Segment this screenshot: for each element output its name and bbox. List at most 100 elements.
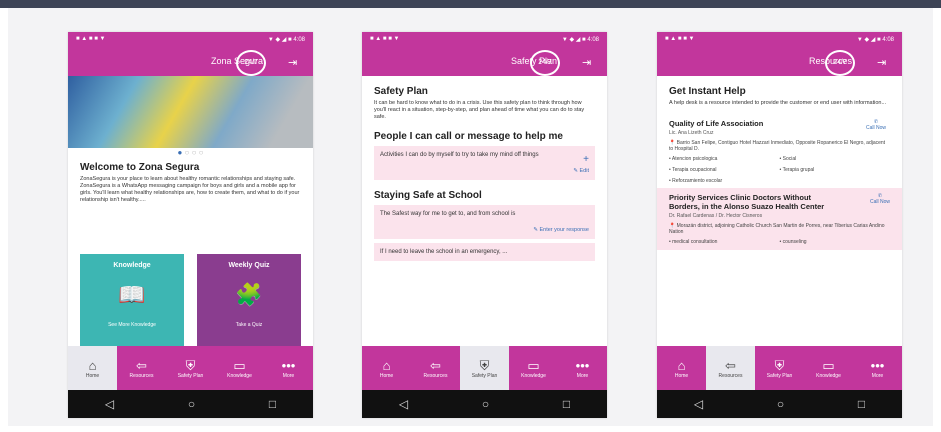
nav-label: Knowledge bbox=[227, 372, 252, 379]
resources-icon: ⇦ bbox=[430, 357, 441, 373]
activities-text: Activities I can do by myself to try to … bbox=[380, 152, 539, 158]
org-contact: Dr. Rafael Cardenas / Dr. Hector Cisnero… bbox=[669, 213, 763, 219]
nav-safety-plan[interactable]: ⛨ Safety Plan bbox=[755, 346, 804, 390]
safety-icon: ⛨ bbox=[479, 357, 490, 373]
org-services: • medical consultation • counseling bbox=[669, 239, 890, 245]
more-icon: ••• bbox=[575, 357, 590, 373]
carousel-dots[interactable]: ● ○ ○ ○ bbox=[68, 148, 313, 158]
service-label: medical consultation bbox=[672, 239, 718, 245]
welcome-title: Welcome to Zona Segura bbox=[80, 162, 200, 173]
book-icon: ▭ bbox=[822, 357, 835, 373]
phone-resources: ■ ▲ ■ ■ ▼ ▼ ◆ ◢ ■ 4:08 Resources 24/7 ⇥ G… bbox=[657, 32, 902, 418]
emergency-24-7-button[interactable]: 24/7 bbox=[236, 50, 266, 76]
nav-safety-plan[interactable]: ⛨ Safety Plan bbox=[460, 346, 509, 390]
exit-icon[interactable]: ⇥ bbox=[288, 56, 297, 69]
nav-home[interactable]: ⌂ Home bbox=[657, 346, 706, 390]
org-services: • Atencion psicologica • Social • Terapi… bbox=[669, 156, 890, 184]
status-bar: ■ ▲ ■ ■ ▼ ▼ ◆ ◢ ■ 4:08 bbox=[76, 36, 305, 43]
nav-knowledge[interactable]: ▭ Knowledge bbox=[509, 346, 558, 390]
nav-label: Knowledge bbox=[816, 372, 841, 379]
weekly-quiz-tile[interactable]: Weekly Quiz 🧩 Take a Quiz bbox=[197, 254, 301, 346]
book-icon: ▭ bbox=[233, 357, 246, 373]
org-title: Quality of Life Association bbox=[669, 119, 764, 128]
recents-icon[interactable]: □ bbox=[269, 397, 276, 411]
emergency-card[interactable]: If I need to leave the school in an emer… bbox=[374, 243, 595, 261]
nav-label: Safety Plan bbox=[177, 372, 204, 379]
knowledge-tile[interactable]: Knowledge 📖 See More Knowledge bbox=[80, 254, 184, 346]
call-now-button[interactable]: ✆ Call Now bbox=[866, 119, 886, 131]
address-text: Morazán district, adjoining Catholic Chu… bbox=[669, 223, 885, 235]
emergency-24-7-button[interactable]: 24/7 bbox=[825, 50, 855, 76]
route-card[interactable]: The Safest way for me to get to, and fro… bbox=[374, 205, 595, 239]
nav-label: More bbox=[576, 372, 589, 379]
nav-home[interactable]: ⌂ Home bbox=[362, 346, 411, 390]
exit-icon[interactable]: ⇥ bbox=[582, 56, 591, 69]
nav-label: Home bbox=[85, 372, 100, 379]
nav-resources[interactable]: ⇦ Resources bbox=[411, 346, 460, 390]
nav-knowledge[interactable]: ▭ Knowledge bbox=[215, 346, 264, 390]
home-content: ● ○ ○ ○ Welcome to Zona Segura ZonaSegur… bbox=[68, 76, 313, 346]
app-bar: ■ ▲ ■ ■ ▼ ▼ ◆ ◢ ■ 4:08 Zona Segura 24/7 ⇥ bbox=[68, 32, 313, 76]
status-bar: ■ ▲ ■ ■ ▼ ▼ ◆ ◢ ■ 4:08 bbox=[370, 36, 599, 43]
nav-more[interactable]: ••• More bbox=[853, 346, 902, 390]
back-icon[interactable]: ◁ bbox=[105, 397, 114, 411]
status-left: ■ ▲ ■ ■ ▼ bbox=[370, 36, 400, 42]
service-label: Reforzamiento escolar bbox=[672, 178, 723, 184]
plus-icon[interactable]: + bbox=[583, 154, 589, 165]
nav-label: Resources bbox=[423, 372, 448, 379]
knowledge-link[interactable]: See More Knowledge bbox=[80, 322, 184, 328]
activities-card[interactable]: Activities I can do by myself to try to … bbox=[374, 146, 595, 180]
quiz-icon: 🧩 bbox=[235, 282, 263, 307]
more-icon: ••• bbox=[870, 357, 885, 373]
recents-icon[interactable]: □ bbox=[858, 397, 865, 411]
home-icon: ⌂ bbox=[88, 357, 97, 373]
service-item: • Social bbox=[779, 156, 797, 162]
call-label: Call Now bbox=[869, 199, 890, 205]
nav-label: Safety Plan bbox=[471, 372, 498, 379]
nav-label: Home bbox=[379, 372, 394, 379]
enter-label: Enter your response bbox=[539, 227, 589, 233]
nav-resources[interactable]: ⇦ Resources bbox=[117, 346, 166, 390]
org-card-quality-of-life[interactable]: Quality of Life Association Lic. Ana Liz… bbox=[669, 119, 890, 184]
call-now-button[interactable]: ✆ Call Now bbox=[870, 193, 890, 205]
back-icon[interactable]: ◁ bbox=[694, 397, 703, 411]
status-right: ▼ ◆ ◢ ■ 4:08 bbox=[267, 37, 305, 43]
exit-icon[interactable]: ⇥ bbox=[877, 56, 886, 69]
safety-plan-heading: Safety Plan bbox=[374, 86, 428, 97]
org-contact: Lic. Ana Lizeth Cruz bbox=[669, 130, 714, 136]
org-card-doctors-without-borders[interactable]: Priority Services Clinic Doctors Without… bbox=[657, 188, 902, 250]
address-text: Barrio San Felipe, Contiguo Hotel Hazzar… bbox=[669, 140, 886, 152]
back-icon[interactable]: ◁ bbox=[399, 397, 408, 411]
enter-response-link[interactable]: ✎ Enter your response bbox=[380, 227, 589, 233]
app-title: Safety Plan bbox=[510, 56, 557, 66]
home-circle-icon[interactable]: ○ bbox=[482, 397, 489, 411]
service-label: Terapia grupal bbox=[782, 167, 815, 173]
quiz-link[interactable]: Take a Quiz bbox=[197, 322, 301, 328]
status-bar: ■ ▲ ■ ■ ▼ ▼ ◆ ◢ ■ 4:08 bbox=[665, 36, 894, 43]
org-address: 📍 Barrio San Felipe, Contiguo Hotel Hazz… bbox=[669, 140, 886, 152]
safety-plan-intro: It can be hard to know what to do in a c… bbox=[374, 100, 585, 120]
nav-label: Resources bbox=[718, 372, 743, 379]
nav-more[interactable]: ••• More bbox=[264, 346, 313, 390]
service-label: Atencion psicologica bbox=[671, 156, 718, 162]
nav-home[interactable]: ⌂ Home bbox=[68, 346, 117, 390]
nav-more[interactable]: ••• More bbox=[558, 346, 607, 390]
app-bar: ■ ▲ ■ ■ ▼ ▼ ◆ ◢ ■ 4:08 Resources 24/7 ⇥ bbox=[657, 32, 902, 76]
system-nav-bar: ◁ ○ □ bbox=[362, 390, 607, 418]
service-label: Terapia ocupacional bbox=[672, 167, 717, 173]
home-circle-icon[interactable]: ○ bbox=[777, 397, 784, 411]
nav-resources[interactable]: ⇦ Resources bbox=[706, 346, 755, 390]
service-label: Social bbox=[782, 156, 797, 162]
home-circle-icon[interactable]: ○ bbox=[188, 397, 195, 411]
nav-knowledge[interactable]: ▭ Knowledge bbox=[804, 346, 853, 390]
recents-icon[interactable]: □ bbox=[563, 397, 570, 411]
nav-label: Home bbox=[674, 372, 689, 379]
bottom-nav: ⌂ Home ⇦ Resources ⛨ Safety Plan ▭ Knowledge… bbox=[362, 346, 607, 390]
service-item: • medical consultation bbox=[669, 239, 718, 245]
status-right: ▼ ◆ ◢ ■ 4:08 bbox=[856, 37, 894, 43]
edit-link[interactable]: ✎ Edit bbox=[380, 168, 589, 174]
nav-safety-plan[interactable]: ⛨ Safety Plan bbox=[166, 346, 215, 390]
instant-help-intro: A help desk is a resource intended to pr… bbox=[669, 100, 887, 106]
home-icon: ⌂ bbox=[677, 357, 686, 373]
emergency-24-7-button[interactable]: 24/7 bbox=[530, 50, 560, 76]
